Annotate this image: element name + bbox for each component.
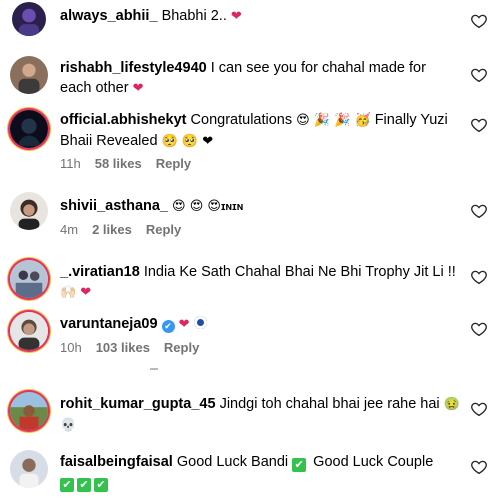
emoji-group: 🤢 [443, 397, 460, 412]
comment-likes[interactable]: 103 likes [96, 340, 150, 355]
comment-username[interactable]: always_abhii_ [60, 8, 158, 24]
comment-text: official.abhishekyt Congratulations 😍 🎉 … [60, 110, 460, 152]
avatar[interactable] [10, 56, 48, 94]
comment-username[interactable]: _.viratian18 [60, 264, 140, 280]
comment-body: ɪɴɪɴ [220, 201, 244, 213]
avatar[interactable] [10, 260, 48, 298]
avatar[interactable] [10, 192, 48, 230]
comment-text: always_abhii_ Bhabhi 2.. ❤ [60, 6, 460, 27]
emoji-group: 😍 🎉 🎉 🥳 [296, 113, 371, 128]
comment-text: faisalbeingfaisal Good Luck Bandi ✔ Good… [60, 452, 460, 492]
comment-likes[interactable]: 58 likes [95, 156, 142, 171]
comment-username[interactable]: varuntaneja09 [60, 316, 158, 332]
comment-time: 11h [60, 156, 81, 171]
comment-username[interactable]: rohit_kumar_gupta_45 [60, 396, 216, 412]
comment-username[interactable]: rishabh_lifestyle4940 [60, 60, 207, 76]
comment-body-continued: Good Luck Couple [313, 454, 434, 470]
heart-emoji: ❤ [230, 9, 242, 24]
comment-meta: 11h 58 likes Reply [60, 156, 205, 172]
like-heart-icon[interactable] [470, 268, 488, 286]
like-heart-icon[interactable] [470, 320, 488, 338]
divider [150, 368, 158, 370]
comment-time: 10h [60, 340, 82, 355]
skull-emoji: 💀 [60, 418, 77, 433]
comment-meta: 4m 2 likes Reply [60, 222, 195, 238]
comment-body: India Ke Sath Chahal Bhai Ne Bhi Trophy … [143, 264, 456, 280]
check-emoji-icon: ✔ [60, 478, 74, 492]
comment-text: varuntaneja09 ✔ ❤ [60, 314, 460, 335]
comment-likes[interactable]: 2 likes [92, 222, 132, 237]
reply-button[interactable]: Reply [146, 222, 181, 237]
comment-body: Jindgi toh chahal bhai jee rahe hai [219, 396, 440, 412]
comment-meta: 10h 103 likes Reply [60, 340, 213, 356]
like-heart-icon[interactable] [470, 458, 488, 476]
verified-badge-icon: ✔ [161, 320, 175, 333]
avatar[interactable] [10, 392, 48, 430]
like-heart-icon[interactable] [470, 12, 488, 30]
emoji-group: 😍 😍 😍 [172, 199, 221, 214]
check-emoji-icon: ✔ [77, 478, 91, 492]
like-heart-icon[interactable] [470, 400, 488, 418]
comment-body: Congratulations [190, 112, 293, 128]
comment-text: rohit_kumar_gupta_45 Jindgi toh chahal b… [60, 394, 460, 436]
avatar[interactable] [10, 312, 48, 350]
like-heart-icon[interactable] [470, 66, 488, 84]
comment-body: Good Luck Bandi [176, 454, 289, 470]
comment-text: shivii_asthana_ 😍 😍 😍ɪɴɪɴ [60, 196, 460, 217]
check-emoji-icon: ✔ [94, 478, 108, 492]
avatar[interactable] [10, 110, 48, 148]
heart-emoji: ❤ [80, 285, 92, 300]
comment-username[interactable]: shivii_asthana_ [60, 198, 168, 214]
avatar[interactable] [12, 2, 46, 36]
comment-text: _.viratian18 India Ke Sath Chahal Bhai N… [60, 262, 460, 303]
avatar[interactable] [10, 450, 48, 488]
reply-button[interactable]: Reply [156, 156, 191, 171]
emoji-group: 🥺 🥺 ❤ [161, 134, 214, 149]
reply-button[interactable]: Reply [164, 340, 199, 355]
comment-time: 4m [60, 222, 79, 237]
comment-text: rishabh_lifestyle4940 I can see you for … [60, 58, 460, 99]
check-emoji-icon: ✔ [292, 458, 307, 472]
comment-username[interactable]: faisalbeingfaisal [60, 454, 173, 470]
heart-emoji: ❤ [132, 81, 144, 96]
nazar-emoji-icon [193, 316, 207, 329]
like-heart-icon[interactable] [470, 116, 488, 134]
comment-body: Bhabhi 2.. [161, 8, 227, 24]
like-heart-icon[interactable] [470, 202, 488, 220]
emoji-group: 🙌🏻 [60, 285, 77, 300]
heart-emoji: ❤ [178, 317, 190, 332]
comment-username[interactable]: official.abhishekyt [60, 112, 187, 128]
